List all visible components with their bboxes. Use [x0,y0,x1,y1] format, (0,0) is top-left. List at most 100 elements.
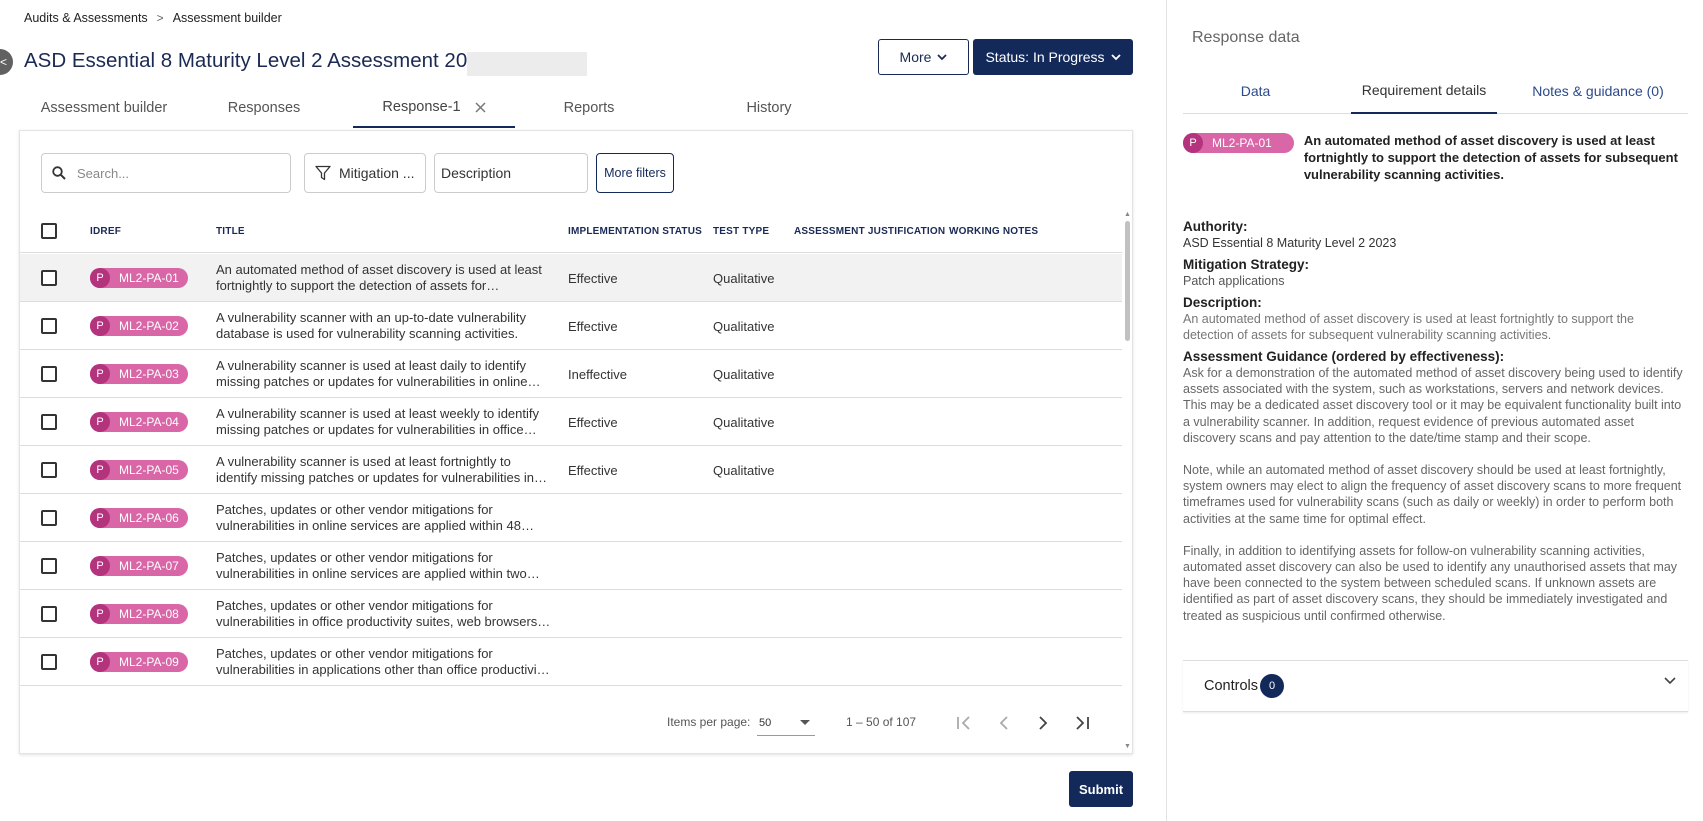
range-label: 1 – 50 of 107 [846,715,917,729]
scroll-up-icon[interactable]: ▲ [1124,211,1131,218]
idref-pill: P ML2-PA-07 [90,556,188,576]
idref-cell: P ML2-PA-01 [90,254,188,302]
guidance-paragraph: Ask for a demonstration of the automated… [1183,366,1683,445]
status-button[interactable]: Status: In Progress [973,39,1133,75]
items-per-page-select[interactable]: 50 [757,710,815,736]
tab-history[interactable]: History [699,88,839,128]
idref-cell: P ML2-PA-05 [90,446,188,494]
test-type-cell: Qualitative [713,462,775,478]
col-idref[interactable]: IDREF [90,209,121,253]
status-cell: Effective [568,462,618,478]
pill-idref: ML2-PA-05 [119,463,179,477]
row-checkbox-cell [41,302,57,350]
table-row[interactable]: P ML2-PA-09 Patches, updates or other vend… [20,638,1122,686]
table-scrollbar[interactable] [1125,221,1130,341]
scroll-down-icon[interactable]: ▼ [1124,743,1131,750]
next-page-button[interactable] [1029,709,1057,737]
description-value: An automated method of asset discovery i… [1183,312,1634,342]
idref-cell: P ML2-PA-09 [90,638,188,686]
table-row[interactable]: P ML2-PA-02 A vulnerability scanner with a… [20,302,1122,350]
row-checkbox-cell [41,542,57,590]
items-per-page-label: Items per page: [667,715,751,729]
first-page-button[interactable] [950,709,978,737]
table-row[interactable]: P ML2-PA-01 An automated method of asset d… [20,254,1122,302]
idref-pill: P ML2-PA-04 [90,412,188,432]
table-row[interactable]: P ML2-PA-08 Patches, updates or other vend… [20,590,1122,638]
row-checkbox[interactable] [41,510,57,526]
row-checkbox[interactable] [41,414,57,430]
search-input[interactable] [75,164,265,182]
table-row[interactable]: P ML2-PA-06 Patches, updates or other vend… [20,494,1122,542]
row-checkbox[interactable] [41,606,57,622]
col-test-type[interactable]: TEST TYPE [713,209,769,253]
pill-prefix: P [90,460,110,480]
tab-reports[interactable]: Reports [519,88,659,128]
row-checkbox-cell [41,638,57,686]
row-title: Patches, updates or other vendor mitigat… [216,598,538,629]
panel-tab-requirement-details[interactable]: Requirement details [1351,68,1497,114]
table-row[interactable]: P ML2-PA-04 A vulnerability scanner is use… [20,398,1122,446]
authority-label: Authority: [1183,219,1248,234]
col-working-notes[interactable]: WORKING NOTES [949,209,1038,253]
chevron-left-icon: < [0,55,7,69]
breadcrumb-parent-link[interactable]: Audits & Assessments [24,11,148,25]
row-checkbox[interactable] [41,462,57,478]
dropdown-caret-icon [800,720,810,725]
next-page-icon [1039,716,1048,730]
more-button[interactable]: More [878,39,969,75]
more-filters-button[interactable]: More filters [596,153,674,193]
tab-label: Response-1 [382,99,461,115]
breadcrumb: Audits & Assessments > Assessment builde… [24,11,282,25]
responses-card: Mitigation ... Description More filters … [19,130,1133,754]
panel-tab-data[interactable]: Data [1183,68,1328,114]
tab-responses[interactable]: Responses [189,88,339,128]
table-row[interactable]: P ML2-PA-05 A vulnerability scanner is use… [20,446,1122,494]
mitigation-filter-button[interactable]: Mitigation ... [304,153,426,193]
pill-idref: ML2-PA-09 [119,655,179,669]
row-checkbox-cell [41,398,57,446]
mitigation-strategy-label: Mitigation Strategy: [1183,257,1310,272]
panel-tab-notes-guidance[interactable]: Notes & guidance (0) [1513,68,1683,114]
table-row[interactable]: P ML2-PA-03 A vulnerability scanner is use… [20,350,1122,398]
more-button-label: More [899,49,932,65]
tab-label: History [746,100,792,116]
row-checkbox[interactable] [41,318,57,334]
guidance-paragraph: Finally, in addition to identifying asse… [1183,543,1678,623]
col-implementation-status[interactable]: IMPLEMENTATION STATUS [568,209,702,253]
pill-idref: ML2-PA-02 [119,319,179,333]
idref-pill: P ML2-PA-05 [90,460,188,480]
idref-cell: P ML2-PA-06 [90,494,188,542]
row-checkbox[interactable] [41,654,57,670]
chevron-down-icon [937,53,948,60]
idref-cell: P ML2-PA-07 [90,542,188,590]
row-title: A vulnerability scanner is used at least… [216,454,534,485]
row-checkbox[interactable] [41,270,57,286]
test-type-cell: Qualitative [713,414,775,430]
title-cell: An automated method of asset discovery i… [216,254,551,302]
pill-prefix: P [90,604,110,624]
prev-page-button[interactable] [990,709,1018,737]
col-assessment-justification[interactable]: ASSESSMENT JUSTIFICATION [794,209,945,253]
table-row[interactable]: P ML2-PA-07 Patches, updates or other vend… [20,542,1122,590]
mitigation-filter-label: Mitigation ... [339,165,415,181]
select-all-checkbox[interactable] [41,223,57,239]
tab-response-1[interactable]: Response-1 [353,88,515,128]
last-page-button[interactable] [1068,709,1096,737]
controls-label: Controls [1204,678,1258,694]
tab-assessment-builder[interactable]: Assessment builder [19,88,189,128]
col-title[interactable]: TITLE [216,209,245,253]
main-tabs: Assessment builder Responses Response-1 … [19,88,1133,128]
row-checkbox-cell [41,350,57,398]
submit-button[interactable]: Submit [1069,771,1133,807]
row-checkbox[interactable] [41,366,57,382]
pill-prefix: P [90,508,110,528]
idref-pill: P ML2-PA-02 [90,316,188,336]
breadcrumb-current: Assessment builder [172,11,282,25]
collapse-nav-button[interactable]: < [0,49,13,75]
close-icon[interactable] [475,101,486,113]
row-checkbox[interactable] [41,558,57,574]
tab-label: Assessment builder [40,100,168,116]
description-filter-field[interactable]: Description [434,153,588,193]
controls-expander[interactable]: Controls 0 [1183,660,1688,712]
search-box[interactable] [41,153,291,193]
